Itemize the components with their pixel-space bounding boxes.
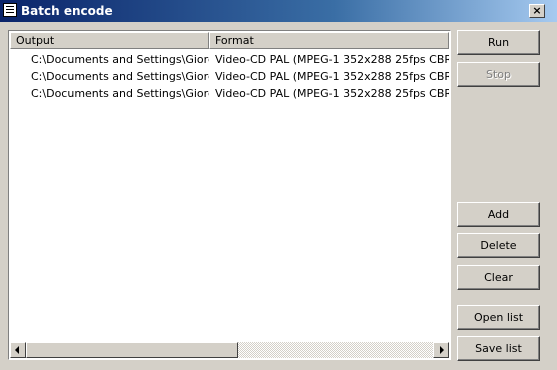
delete-button[interactable]: Delete (457, 233, 540, 258)
output-cell: C:\Documents and Settings\Giorgio... (31, 53, 209, 66)
horizontal-scrollbar[interactable] (10, 342, 449, 358)
list-header: Output Format (10, 32, 449, 49)
window-title: Batch encode (21, 4, 113, 18)
arrow-right-icon (440, 346, 444, 354)
clear-button[interactable]: Clear (457, 265, 540, 290)
list-rows: C:\Documents and Settings\Giorgio... Vid… (10, 51, 449, 342)
list-row[interactable]: C:\Documents and Settings\Giorgio... Vid… (10, 51, 449, 68)
open-list-button[interactable]: Open list (457, 305, 540, 330)
stop-button[interactable]: Stop (457, 62, 540, 87)
scroll-left-button[interactable] (10, 342, 26, 358)
format-cell: Video-CD PAL (MPEG-1 352x288 25fps CBR 1… (215, 53, 449, 66)
output-cell: C:\Documents and Settings\Giorgio... (31, 70, 209, 83)
column-header-output[interactable]: Output (10, 32, 209, 49)
arrow-left-icon (15, 346, 19, 354)
output-cell: C:\Documents and Settings\Giorgio... (31, 87, 209, 100)
scroll-right-button[interactable] (433, 342, 449, 358)
list-row[interactable]: C:\Documents and Settings\Giorgio... Vid… (10, 68, 449, 85)
title-bar[interactable]: Batch encode × (0, 0, 557, 22)
save-list-button[interactable]: Save list (457, 336, 540, 361)
add-button[interactable]: Add (457, 202, 540, 227)
job-list[interactable]: Output Format C:\Documents and Settings\… (8, 30, 451, 360)
column-header-format[interactable]: Format (209, 32, 449, 49)
list-row[interactable]: C:\Documents and Settings\Giorgio... Vid… (10, 85, 449, 102)
format-cell: Video-CD PAL (MPEG-1 352x288 25fps CBR 1… (215, 87, 449, 100)
scrollbar-thumb[interactable] (26, 342, 238, 358)
batch-encode-window: Batch encode × Output Format C:\Document… (0, 0, 557, 370)
system-menu-icon[interactable] (3, 3, 17, 17)
format-cell: Video-CD PAL (MPEG-1 352x288 25fps CBR 1… (215, 70, 449, 83)
close-button[interactable]: × (529, 4, 545, 18)
run-button[interactable]: Run (457, 30, 540, 55)
